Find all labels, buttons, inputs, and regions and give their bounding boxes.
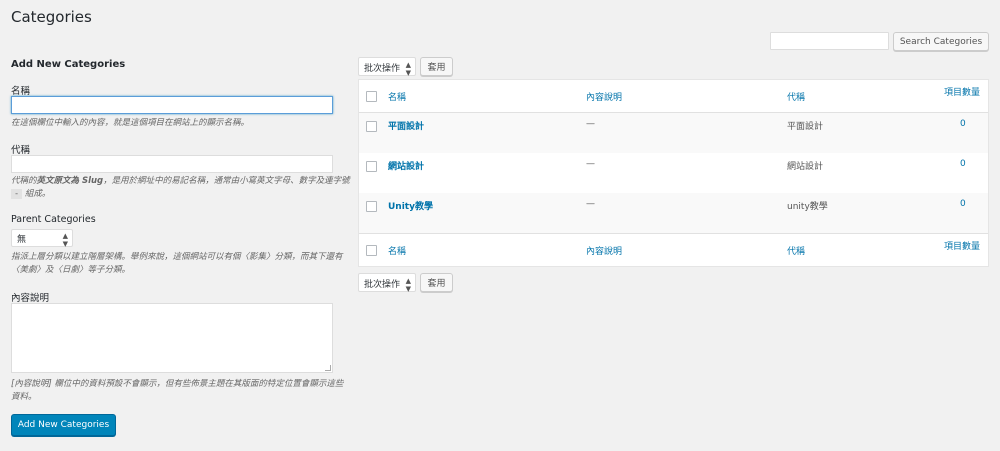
categories-table: 名稱 內容說明 代稱 項目數量 平面設計 — 平面設計 0 網站設計 — 網站設… <box>358 79 989 267</box>
category-slug: 網站設計 <box>787 162 824 172</box>
slug-field[interactable] <box>11 155 333 173</box>
parent-select-value: 無 <box>17 235 27 245</box>
category-count-link[interactable]: 0 <box>960 199 966 209</box>
table-row: 網站設計 — 網站設計 0 <box>359 153 988 193</box>
table-header: 名稱 內容說明 代稱 項目數量 <box>359 80 988 113</box>
table-row: Unity教學 — unity教學 0 <box>359 193 988 233</box>
row-checkbox[interactable] <box>366 201 377 212</box>
column-description-footer[interactable]: 內容說明 <box>586 244 622 257</box>
hyphen-code: - <box>11 189 23 199</box>
column-slug[interactable]: 代稱 <box>787 90 805 103</box>
category-name-link[interactable]: 平面設計 <box>388 119 424 132</box>
slug-desc-text-end: 組成。 <box>24 189 51 199</box>
parent-description: 指派上層分類以建立階層架構。舉例來說，這個網站可以有個〈影集〉分類，而其下還有〈… <box>11 252 343 275</box>
description-help: [內容說明] 欄位中的資料預設不會顯示，但有些佈景主題在其版面的特定位置會顯示這… <box>11 379 344 402</box>
slug-description: 代稱的英文原文為 Slug，是用於網址中的易記名稱，通常由小寫英文字母、數字及連… <box>11 175 351 201</box>
category-count-link[interactable]: 0 <box>960 159 966 169</box>
bulk-actions-select-top[interactable]: 批次操作 ▲ ▼ <box>358 57 416 77</box>
add-new-category-button[interactable]: Add New Categories <box>11 414 116 436</box>
category-count-link[interactable]: 0 <box>960 119 966 129</box>
slug-desc-text: 代稱的 <box>11 176 37 186</box>
category-description: — <box>586 199 595 209</box>
slug-desc-text-mid: ，是用於網址中的易記名稱，通常由小寫英文字母、數字及連字號 <box>103 176 350 186</box>
bulk-actions-value: 批次操作 <box>364 280 401 290</box>
name-label: 名稱 <box>11 86 31 97</box>
select-all-checkbox[interactable] <box>366 91 377 102</box>
row-checkbox[interactable] <box>366 161 377 172</box>
updown-arrows-icon: ▲ ▼ <box>405 61 411 77</box>
row-checkbox[interactable] <box>366 121 377 132</box>
category-description: — <box>586 119 595 129</box>
parent-label: Parent Categories <box>11 214 96 225</box>
description-label: 內容說明 <box>11 293 50 304</box>
column-description[interactable]: 內容說明 <box>586 90 622 103</box>
description-textarea[interactable] <box>11 303 333 373</box>
category-slug: unity教學 <box>787 202 828 212</box>
column-name[interactable]: 名稱 <box>388 90 406 103</box>
bulk-actions-value: 批次操作 <box>364 64 401 74</box>
column-name-footer[interactable]: 名稱 <box>388 244 406 257</box>
updown-arrows-icon: ▲ ▼ <box>62 232 68 248</box>
search-input[interactable] <box>770 32 889 50</box>
select-all-checkbox-footer[interactable] <box>366 245 377 256</box>
apply-button-bottom[interactable]: 套用 <box>420 273 453 292</box>
name-description: 在這個欄位中輸入的內容，就是這個項目在網站上的顯示名稱。 <box>11 118 250 128</box>
category-name-link[interactable]: Unity教學 <box>388 199 433 212</box>
column-count-footer[interactable]: 項目數量 <box>944 239 980 252</box>
apply-button-top[interactable]: 套用 <box>420 57 453 76</box>
form-title: Add New Categories <box>11 59 126 70</box>
bulk-actions-select-bottom[interactable]: 批次操作 ▲ ▼ <box>358 273 416 293</box>
slug-desc-bold: 英文原文為 Slug <box>36 176 104 186</box>
category-description: — <box>586 159 595 169</box>
table-footer: 名稱 內容說明 代稱 項目數量 <box>359 233 988 266</box>
category-slug: 平面設計 <box>787 122 824 132</box>
column-count[interactable]: 項目數量 <box>944 85 980 98</box>
page-title: Categories <box>11 8 92 26</box>
updown-arrows-icon: ▲ ▼ <box>405 277 411 293</box>
column-slug-footer[interactable]: 代稱 <box>787 244 805 257</box>
category-name-link[interactable]: 網站設計 <box>388 159 424 172</box>
search-categories-button[interactable]: Search Categories <box>893 32 989 51</box>
slug-label: 代稱 <box>11 145 31 156</box>
parent-select[interactable]: 無 ▲ ▼ <box>11 229 73 248</box>
name-field[interactable] <box>11 96 333 114</box>
table-row: 平面設計 — 平面設計 0 <box>359 113 988 153</box>
resize-handle-icon[interactable] <box>325 365 331 371</box>
